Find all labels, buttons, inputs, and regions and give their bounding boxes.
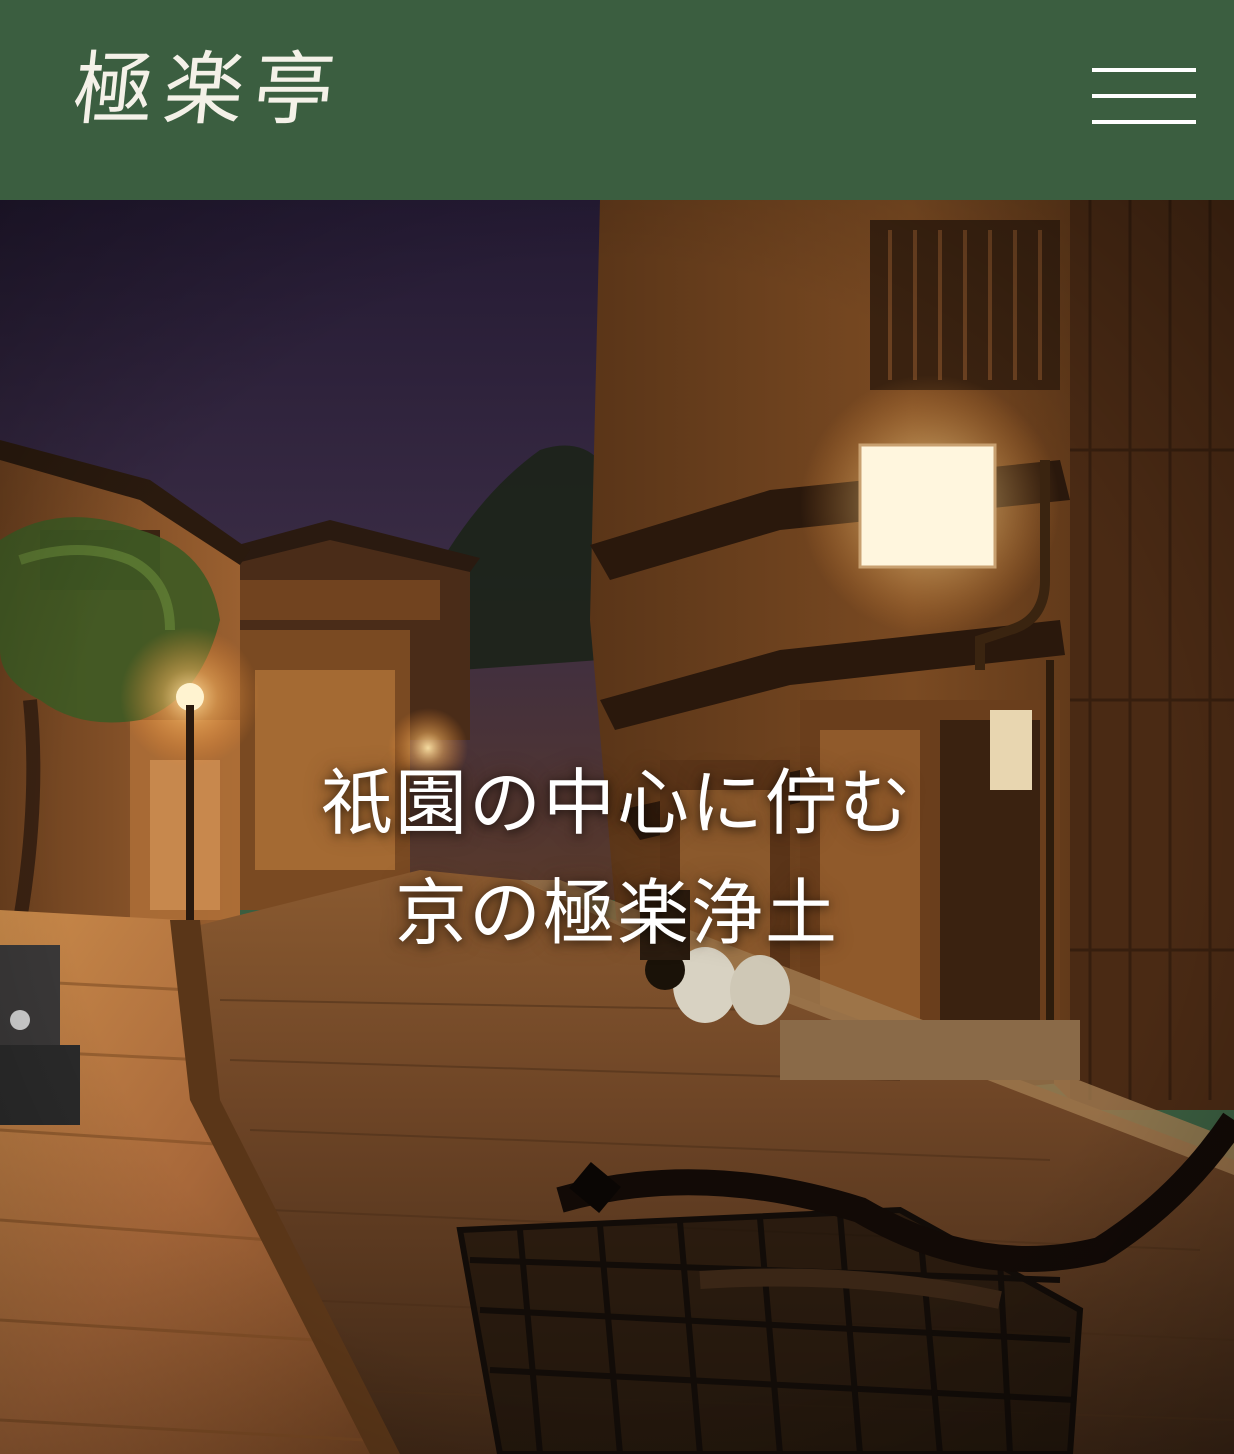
hero-section: 祇園の中心に佇む 京の極楽浄土 — [0, 200, 1234, 1454]
menu-button[interactable] — [1088, 64, 1200, 132]
hero-headline-line-1: 祇園の中心に佇む — [320, 761, 913, 845]
menu-bar-middle — [1092, 94, 1196, 98]
hero-headline-line-2: 京の極楽浄土 — [394, 871, 839, 955]
site-logo[interactable]: 極楽亭 — [69, 43, 349, 136]
hero-headline: 祇園の中心に佇む 京の極楽浄土 — [0, 748, 1234, 968]
page: 極楽亭 祇園の中心に佇む 京の極楽浄土 — [0, 0, 1234, 1454]
menu-bar-top — [1092, 68, 1196, 72]
menu-bar-bottom — [1092, 120, 1196, 124]
site-header: 極楽亭 — [0, 0, 1234, 200]
